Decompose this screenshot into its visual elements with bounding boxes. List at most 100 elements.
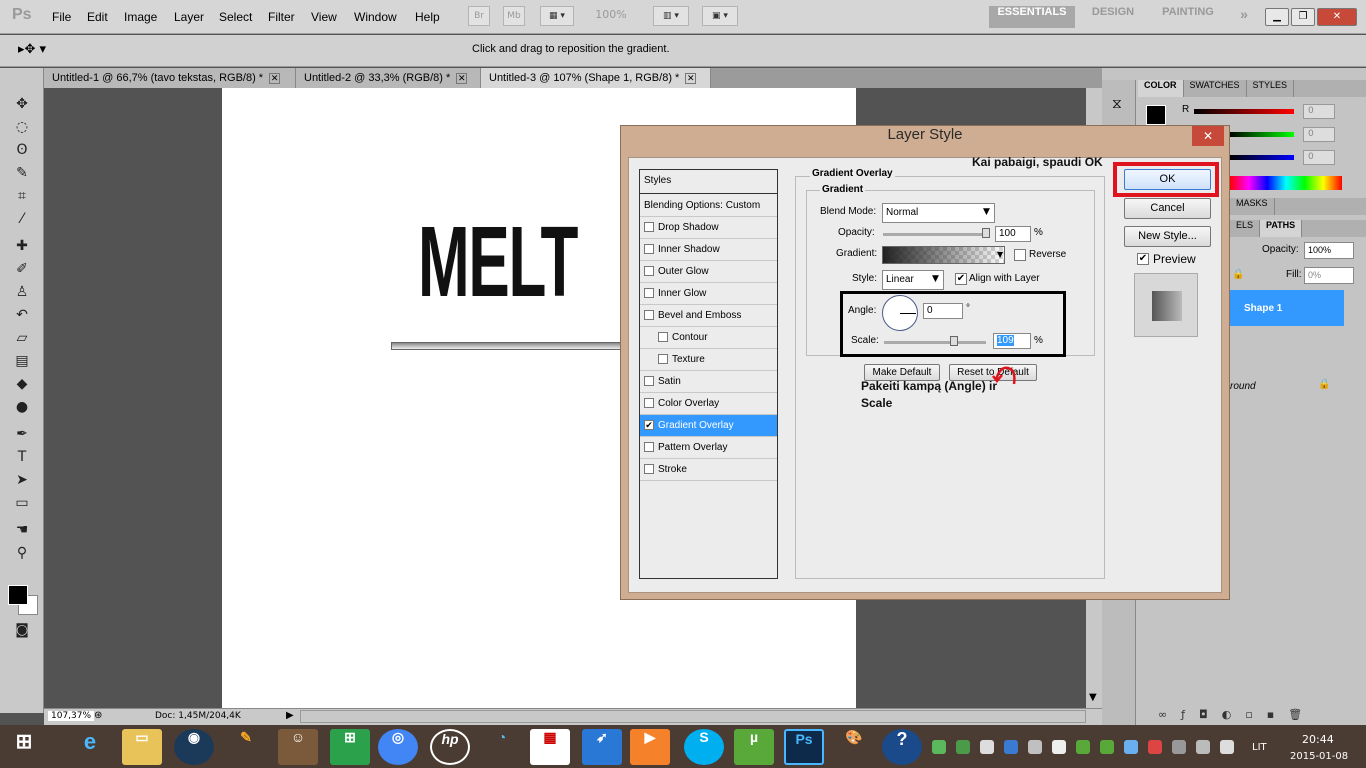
layer-footer-icons[interactable]: ∞ƒ◘◐▫▪🗑	[1158, 708, 1316, 721]
tab-untitled-2[interactable]: Untitled-2 @ 33,3% (RGB/8) * ✕	[296, 68, 481, 88]
style-item-pattern-overlay[interactable]: Pattern Overlay	[640, 437, 777, 459]
healing-brush-tool-icon[interactable]: ✚	[12, 236, 32, 256]
menu-view[interactable]: View	[311, 10, 337, 24]
opacity-field[interactable]: 100	[995, 226, 1031, 242]
lock-icon[interactable]: 🔒	[1232, 269, 1244, 280]
workspace-painting[interactable]: PAINTING	[1152, 6, 1224, 28]
style-item-contour[interactable]: Contour	[640, 327, 777, 349]
style-item-inner-glow[interactable]: Inner Glow	[640, 283, 777, 305]
minibridge-button[interactable]: Mb	[503, 6, 525, 26]
menu-select[interactable]: Select	[219, 10, 252, 24]
minimize-icon[interactable]: ▁	[1265, 8, 1289, 26]
tray-sync-icon[interactable]	[956, 740, 970, 754]
dialog-close-icon[interactable]: ✕	[1192, 126, 1224, 146]
checkbox[interactable]	[644, 398, 654, 409]
rocket-app-icon[interactable]: ➶	[582, 729, 622, 765]
reverse-checkbox[interactable]	[1014, 249, 1026, 261]
shape-tool-icon[interactable]: ▭	[12, 493, 32, 513]
type-tool-icon[interactable]: T	[12, 447, 32, 467]
crop-tool-icon[interactable]: ⌗	[12, 186, 32, 206]
tray-connect-icon[interactable]	[1028, 740, 1042, 754]
tray-snowflake-icon[interactable]	[1124, 740, 1138, 754]
preview-checkbox[interactable]: ✔	[1137, 253, 1149, 265]
styles-header[interactable]: Styles	[640, 170, 777, 194]
style-item-outer-glow[interactable]: Outer Glow	[640, 261, 777, 283]
menu-layer[interactable]: Layer	[174, 10, 204, 24]
new-style-button[interactable]: New Style...	[1124, 226, 1211, 247]
menu-image[interactable]: Image	[124, 10, 157, 24]
layer-opacity-field[interactable]: 100%	[1304, 242, 1354, 259]
ok-button[interactable]: OK	[1124, 169, 1211, 190]
checkbox[interactable]	[644, 442, 654, 453]
gradient-tool-icon[interactable]: ▤	[12, 351, 32, 371]
foreground-color-swatch-top[interactable]	[8, 585, 28, 605]
dodge-tool-icon[interactable]: ●	[12, 397, 32, 417]
close-icon[interactable]: ✕	[1317, 8, 1357, 26]
menu-file[interactable]: File	[52, 10, 71, 24]
style-item-color-overlay[interactable]: Color Overlay	[640, 393, 777, 415]
photoshop-taskbar-icon[interactable]: Ps	[784, 729, 824, 765]
quick-mask-icon[interactable]: ◙	[12, 620, 32, 640]
checkbox[interactable]: ✔	[644, 420, 654, 431]
mascot-app-icon[interactable]: ☺	[278, 729, 318, 765]
internet-explorer-icon[interactable]: e	[70, 729, 110, 765]
path-selection-tool-icon[interactable]: ➤	[12, 470, 32, 490]
tab-masks[interactable]: MASKS	[1230, 198, 1275, 215]
tab-styles[interactable]: STYLES	[1246, 80, 1295, 97]
tab-color[interactable]: COLOR	[1138, 80, 1184, 97]
eyedropper-tool-icon[interactable]: ⁄	[12, 209, 32, 229]
channel-r-value[interactable]: 0	[1303, 104, 1335, 119]
status-menu-icon[interactable]: ⊛	[94, 710, 102, 721]
video-player-icon[interactable]: ▶	[630, 729, 670, 765]
tray-volume-icon[interactable]	[1220, 740, 1234, 754]
apps-grid-icon[interactable]: ▦	[530, 729, 570, 765]
checkbox[interactable]	[644, 266, 654, 277]
checkbox[interactable]	[644, 464, 654, 475]
more-workspaces-icon[interactable]: »	[1232, 6, 1256, 28]
checkbox[interactable]	[644, 222, 654, 233]
start-button-icon[interactable]: ⊞	[6, 729, 42, 765]
tab-untitled-3[interactable]: Untitled-3 @ 107% (Shape 1, RGB/8) * ✕	[481, 68, 711, 88]
zoom-level[interactable]: 100%	[586, 6, 636, 26]
scale-slider-track[interactable]	[884, 341, 986, 344]
brush-tool-icon[interactable]: ✐	[12, 259, 32, 279]
workspace-design[interactable]: DESIGN	[1082, 6, 1144, 28]
status-zoom[interactable]: 107,37%	[48, 711, 95, 721]
lasso-tool-icon[interactable]: ʘ	[12, 140, 32, 160]
file-explorer-icon[interactable]: ▭	[122, 729, 162, 765]
close-tab-icon[interactable]: ✕	[456, 72, 468, 84]
layer-name[interactable]: Shape 1	[1244, 303, 1282, 314]
menu-edit[interactable]: Edit	[87, 10, 108, 24]
screen-mode-icon[interactable]: ▣ ▾	[702, 6, 738, 26]
gradient-dropdown-icon[interactable]: ▼	[997, 250, 1003, 259]
restore-icon[interactable]: ❐	[1291, 8, 1315, 26]
checkbox[interactable]	[644, 310, 654, 321]
angle-dial[interactable]	[882, 295, 918, 331]
utorrent-icon[interactable]: µ	[734, 729, 774, 765]
opacity-slider-thumb[interactable]	[982, 228, 990, 238]
tray-record-icon[interactable]	[1148, 740, 1162, 754]
channel-b-slider[interactable]	[1230, 155, 1294, 160]
skype-icon[interactable]: S	[684, 729, 724, 765]
move-tool-icon[interactable]: ✥	[12, 94, 32, 114]
checkbox[interactable]	[658, 354, 668, 365]
tab-untitled-1[interactable]: Untitled-1 @ 66,7% (tavo tekstas, RGB/8)…	[44, 68, 296, 88]
style-item-bevel-emboss[interactable]: Bevel and Emboss	[640, 305, 777, 327]
color-panel-foreground[interactable]	[1146, 105, 1166, 125]
tray-flag-icon[interactable]	[1172, 740, 1186, 754]
editor-app-icon[interactable]: ✎	[226, 729, 266, 765]
hand-tool-icon[interactable]: ☚	[12, 520, 32, 540]
move-tool-preset-icon[interactable]: ▸✥ ▾	[18, 42, 46, 57]
close-tab-icon[interactable]: ✕	[269, 72, 281, 84]
channel-g-slider[interactable]	[1230, 132, 1294, 137]
tray-power-icon[interactable]	[1196, 740, 1210, 754]
tab-channels[interactable]: ELS	[1230, 220, 1261, 237]
style-item-satin[interactable]: Satin	[640, 371, 777, 393]
tray-check-icon[interactable]	[932, 740, 946, 754]
store-app-icon[interactable]: ⊞	[330, 729, 370, 765]
marquee-tool-icon[interactable]: ◌	[12, 117, 32, 137]
blending-options[interactable]: Blending Options: Custom	[640, 195, 777, 217]
view-extras-icon[interactable]: ▦ ▾	[540, 6, 574, 26]
tray-network-icon[interactable]	[1004, 740, 1018, 754]
gradient-picker[interactable]	[882, 246, 1005, 264]
